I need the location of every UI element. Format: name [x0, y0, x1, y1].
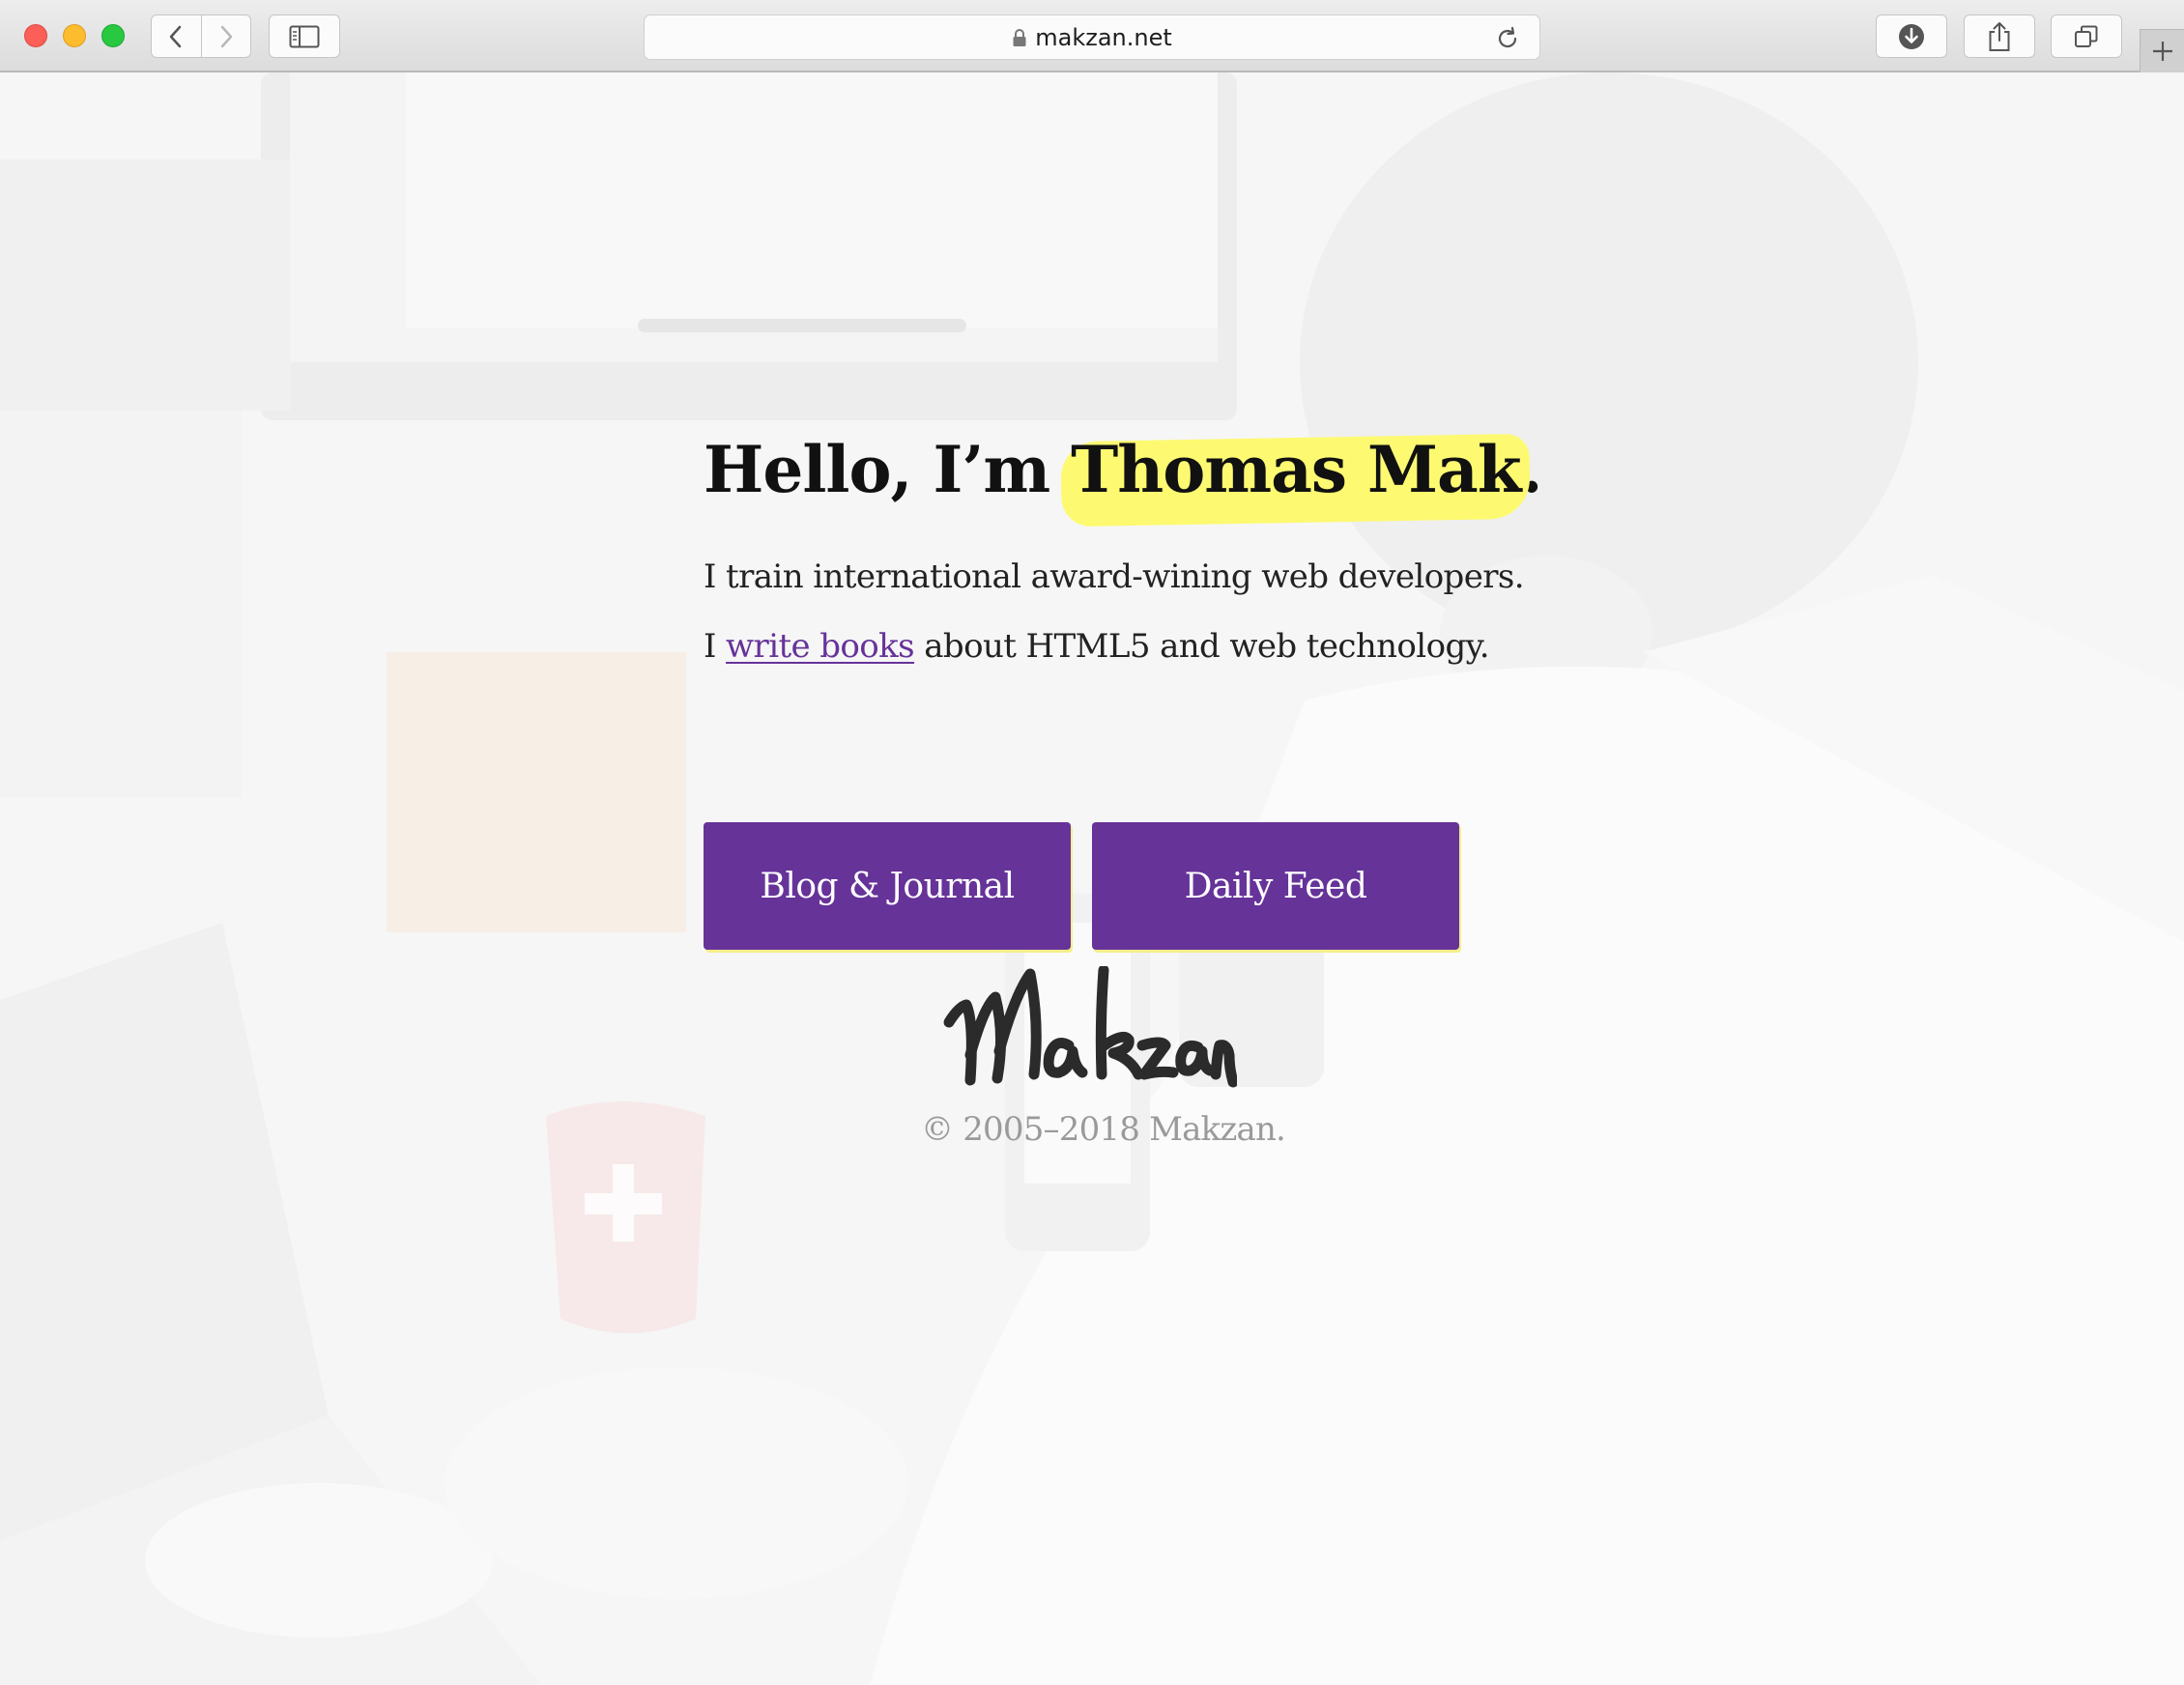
navigation-buttons — [151, 14, 251, 58]
lock-icon — [1013, 28, 1026, 46]
download-icon — [1899, 23, 1924, 49]
highlighted-name: Thomas Mak — [1071, 432, 1521, 507]
intro-line-2-suffix: about HTML5 and web technology. — [914, 627, 1489, 666]
share-button[interactable] — [1964, 14, 2035, 58]
daily-feed-button[interactable]: Daily Feed — [1092, 822, 1459, 950]
sidebar-button[interactable] — [269, 14, 340, 58]
intro-line-2: I write books about HTML5 and web techno… — [704, 612, 1573, 681]
minimize-window-button[interactable] — [63, 24, 86, 47]
hero-section: Hello, I’m Thomas Mak. I train internati… — [704, 438, 1573, 950]
sidebar-icon — [289, 25, 320, 47]
share-icon — [1989, 21, 2010, 51]
chevron-left-icon — [170, 25, 182, 47]
url-text: makzan.net — [1035, 23, 1172, 51]
chevron-right-icon — [220, 25, 232, 47]
new-tab-button[interactable] — [2140, 29, 2184, 72]
reload-icon — [1498, 26, 1517, 48]
tabs-icon — [2075, 25, 2098, 47]
page-content: Hello, I’m Thomas Mak. I train internati… — [0, 72, 2184, 1685]
reload-button[interactable] — [1495, 26, 1520, 55]
plus-icon — [2152, 42, 2172, 61]
address-bar[interactable]: makzan.net — [644, 14, 1540, 60]
zoom-window-button[interactable] — [101, 24, 125, 47]
copyright-text: © 2005–2018 Makzan. — [921, 1110, 1286, 1149]
forward-button[interactable] — [200, 15, 251, 57]
greeting-text: Hello, I’m — [704, 432, 1072, 507]
action-buttons: Blog & Journal Daily Feed — [704, 822, 1459, 950]
intro-line-1: I train international award-wining web d… — [704, 557, 1525, 596]
tabs-overview-button[interactable] — [2051, 14, 2122, 58]
page-title: Hello, I’m Thomas Mak. — [704, 438, 1573, 501]
makzan-signature-logo — [943, 966, 1237, 1088]
blog-journal-button[interactable]: Blog & Journal — [704, 822, 1071, 950]
intro-text: I train international award-wining web d… — [704, 542, 1573, 681]
intro-line-2-prefix: I — [704, 627, 727, 666]
close-window-button[interactable] — [24, 24, 47, 47]
write-books-link[interactable]: write books — [726, 627, 915, 666]
browser-toolbar: makzan.net — [0, 0, 2184, 72]
downloads-button[interactable] — [1876, 14, 1947, 58]
back-button[interactable] — [152, 15, 201, 57]
